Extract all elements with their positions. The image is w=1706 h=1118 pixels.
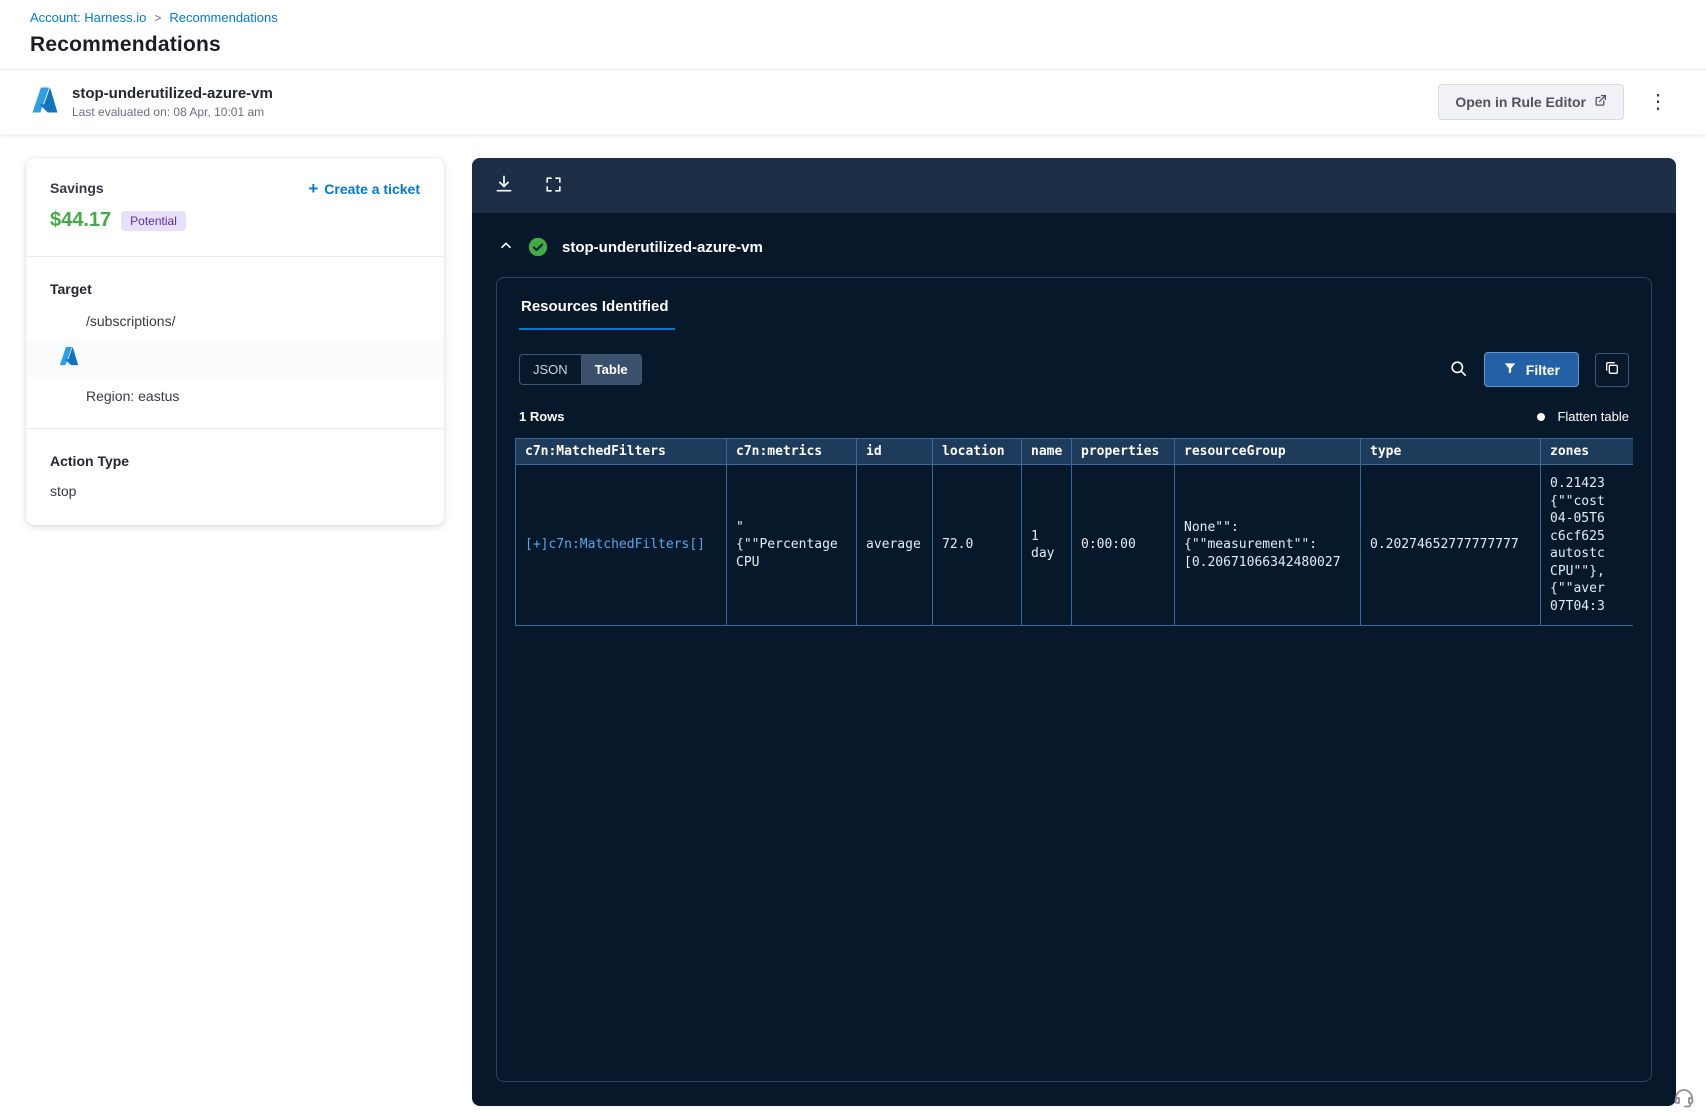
flatten-table-toggle[interactable]: Flatten table (1537, 409, 1629, 424)
create-ticket-button[interactable]: + Create a ticket (308, 180, 420, 197)
collapse-section-button[interactable] (498, 238, 514, 257)
chevron-up-icon (498, 238, 514, 257)
table-header-row: c7n:MatchedFilters c7n:metrics id locati… (515, 438, 1633, 465)
create-ticket-label: Create a ticket (324, 180, 420, 197)
last-evaluated-text: Last evaluated on: 08 Apr, 10:01 am (72, 105, 265, 119)
column-header-zones: zones (1540, 438, 1633, 465)
content-area: Savings + Create a ticket $44.17 Potenti… (0, 134, 1706, 1114)
rows-count: 1 Rows (519, 409, 565, 424)
expand-icon (544, 175, 563, 197)
view-mode-toggle: JSON Table (519, 354, 642, 385)
copy-icon (1604, 360, 1620, 379)
column-header-resourcegroup: resourceGroup (1174, 438, 1361, 465)
matchedfilters-expand-link[interactable]: [+]c7n:MatchedFilters[] (525, 537, 705, 552)
cell-properties: 0:00:00 (1071, 463, 1175, 627)
support-chat-button[interactable] (1672, 1085, 1696, 1112)
copy-button[interactable] (1595, 352, 1629, 387)
savings-amount: $44.17 (50, 209, 112, 231)
column-header-type: type (1360, 438, 1541, 465)
results-table-container: c7n:MatchedFilters c7n:metrics id locati… (515, 438, 1633, 627)
potential-badge: Potential (121, 210, 186, 231)
tab-resources-identified[interactable]: Resources Identified (519, 298, 675, 330)
savings-label: Savings (50, 180, 104, 196)
open-rule-editor-label: Open in Rule Editor (1455, 94, 1586, 110)
download-icon (494, 174, 514, 197)
view-table-button[interactable]: Table (580, 355, 641, 384)
page-title: Recommendations (30, 33, 221, 56)
cell-matchedfilters: [+]c7n:MatchedFilters[] (515, 463, 727, 627)
top-bar: Account: Harness.io > Recommendations Re… (0, 0, 1706, 69)
cell-location: 72.0 (932, 463, 1022, 627)
resources-identified-panel: Resources Identified JSON Table Filter 1… (496, 277, 1652, 1082)
column-header-name: name (1021, 438, 1072, 465)
recommendation-title: stop-underutilized-azure-vm (72, 85, 273, 102)
target-region: Region: eastus (86, 388, 180, 404)
plus-icon: + (308, 179, 319, 198)
breadcrumb-account-link[interactable]: Account: Harness.io (30, 10, 146, 25)
panel-rule-title: stop-underutilized-azure-vm (562, 238, 763, 256)
column-header-matchedfilters: c7n:MatchedFilters (515, 438, 727, 465)
cell-resourcegroup: None"": {""measurement"": [0.20671066342… (1174, 463, 1361, 627)
cell-type: 0.20274652777777777 (1360, 463, 1541, 627)
target-section: Target /subscriptions/ Region: eastus (26, 281, 444, 404)
evaluation-result-panel: stop-underutilized-azure-vm Resources Id… (472, 158, 1676, 1106)
filter-funnel-icon (1503, 361, 1517, 378)
open-rule-editor-button[interactable]: Open in Rule Editor (1438, 84, 1624, 120)
breadcrumb-recommendations-link[interactable]: Recommendations (169, 10, 277, 25)
card-divider (26, 256, 444, 257)
fullscreen-button[interactable] (544, 175, 563, 197)
column-header-id: id (856, 438, 933, 465)
recommendation-header: stop-underutilized-azure-vm Last evaluat… (0, 69, 1706, 134)
card-divider (26, 428, 444, 429)
cell-id: average (856, 463, 933, 627)
headset-icon (1672, 1089, 1696, 1112)
external-link-icon (1594, 94, 1607, 110)
flatten-toggle-dot-icon (1537, 412, 1546, 421)
cell-metrics: " {""Percentage CPU (726, 463, 857, 627)
cell-name: 1 day (1021, 463, 1072, 627)
download-button[interactable] (494, 174, 514, 197)
action-type-label: Action Type (50, 453, 130, 469)
view-json-button[interactable]: JSON (520, 355, 581, 384)
column-header-metrics: c7n:metrics (726, 438, 857, 465)
column-header-location: location (932, 438, 1022, 465)
search-icon (1449, 359, 1468, 381)
target-path: /subscriptions/ (86, 313, 176, 329)
flatten-table-label: Flatten table (1557, 409, 1629, 424)
more-options-kebab-button[interactable]: ⋮ (1640, 90, 1676, 114)
breadcrumb-separator: > (154, 10, 162, 25)
filter-label: Filter (1525, 361, 1560, 378)
action-type-value: stop (50, 483, 77, 499)
savings-summary-card: Savings + Create a ticket $44.17 Potenti… (26, 158, 444, 525)
target-label: Target (50, 281, 92, 297)
table-row: [+]c7n:MatchedFilters[] " {""Percentage … (515, 463, 1633, 627)
action-type-section: Action Type stop (50, 453, 420, 499)
azure-target-icon (58, 346, 80, 371)
cell-zones: 0.21423 {""cost 04-05T6 c6cf625 autostc … (1540, 463, 1633, 627)
breadcrumb: Account: Harness.io > Recommendations (30, 10, 1676, 25)
search-button[interactable] (1449, 359, 1468, 381)
success-check-icon (528, 237, 548, 257)
azure-logo-icon (30, 85, 60, 120)
filter-button[interactable]: Filter (1483, 352, 1579, 387)
panel-toolbar (472, 158, 1676, 213)
column-header-properties: properties (1071, 438, 1175, 465)
target-icon-row (26, 339, 444, 378)
results-table: c7n:MatchedFilters c7n:metrics id locati… (515, 438, 1633, 627)
